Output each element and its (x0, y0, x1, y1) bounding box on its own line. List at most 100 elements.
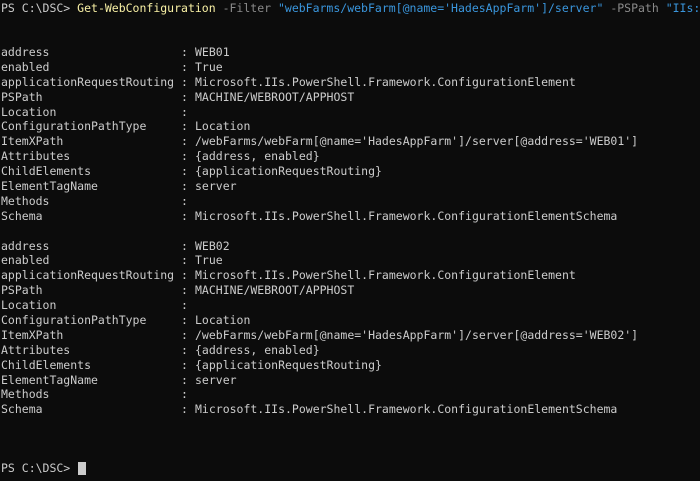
property-row: Location: (1, 105, 638, 120)
pspath-parameter: -PSPath (603, 1, 666, 15)
property-name: Attributes (1, 342, 71, 357)
property-name: Methods (1, 193, 50, 208)
property-separator: : (181, 134, 188, 149)
property-separator: : (181, 357, 188, 372)
property-row: ConfigurationPathType: Location (1, 119, 638, 134)
command-line: PS C:\DSC> Get-WebConfiguration -Filter … (1, 1, 700, 16)
property-separator: : (181, 45, 188, 59)
property-separator: : (181, 283, 188, 298)
property-name: Schema (1, 402, 43, 417)
property-separator: : (181, 342, 188, 357)
output-record: address: WEB01 enabled: True applicationRequ… (1, 45, 638, 224)
filter-value: "webFarms/webFarm[@name='HadesAppFarm']/… (277, 1, 604, 15)
property-row: Attributes: {address, enabled} (1, 343, 638, 358)
property-separator: : (181, 193, 188, 208)
property-name: ItemXPath (1, 327, 64, 342)
property-separator: : (181, 268, 188, 283)
property-name: ConfigurationPathType (1, 313, 147, 328)
property-separator: : (181, 327, 188, 342)
property-name: ChildElements (1, 164, 92, 179)
property-separator: : (181, 253, 188, 268)
pspath-value: "IIs: (665, 1, 700, 15)
property-name: ElementTagName (1, 372, 98, 387)
property-row: Schema: Microsoft.IIs.PowerShell.Framewor… (1, 209, 638, 224)
property-value: {address, enabled} (195, 342, 320, 357)
property-value: WEB01 (195, 45, 230, 59)
property-name: ChildElements (1, 357, 92, 372)
property-value: Location (195, 313, 251, 328)
property-value: Microsoft.IIs.PowerShell.Framework.Confi… (195, 402, 618, 417)
current-prompt-line[interactable]: PS C:\DSC> (1, 461, 87, 476)
property-name: applicationRequestRouting (1, 74, 175, 89)
property-name: PSPath (1, 89, 43, 104)
property-value: {address, enabled} (195, 149, 320, 164)
property-row: address: WEB01 (1, 45, 638, 60)
output-records: address: WEB01 enabled: True applicationRequ… (1, 45, 638, 417)
property-value: MACHINE/WEBROOT/APPHOST (195, 89, 355, 104)
property-separator: : (181, 238, 188, 253)
property-row: ItemXPath: /webFarms/webFarm[@name='Hades… (1, 328, 638, 343)
property-separator: : (181, 59, 188, 74)
property-name: Schema (1, 208, 43, 223)
property-name: address (1, 45, 50, 59)
property-value: Microsoft.IIs.PowerShell.Framework.Confi… (195, 208, 618, 223)
property-row: applicationRequestRouting: Microsoft.IIs.… (1, 75, 638, 90)
property-name: ItemXPath (1, 134, 64, 149)
property-value: server (195, 179, 237, 194)
prompt-text: PS C:\DSC> (1, 1, 78, 15)
property-row: PSPath: MACHINE/WEBROOT/APPHOST (1, 283, 638, 298)
filter-parameter: -Filter (215, 1, 278, 15)
property-row: Attributes: {address, enabled} (1, 149, 638, 164)
property-value: WEB02 (195, 238, 230, 253)
property-value: {applicationRequestRouting} (195, 164, 382, 179)
property-name: Location (1, 104, 57, 119)
property-value: MACHINE/WEBROOT/APPHOST (195, 283, 355, 298)
property-row: Methods: (1, 387, 638, 402)
property-separator: : (181, 372, 188, 387)
property-separator: : (181, 387, 188, 402)
text-cursor (78, 461, 87, 475)
output-record: address: WEB02 enabled: True applicationRequ… (1, 239, 638, 418)
property-separator: : (181, 164, 188, 179)
property-name: Methods (1, 387, 50, 402)
cmdlet-name: Get-WebConfiguration (77, 1, 216, 15)
current-prompt-text: PS C:\DSC> (1, 461, 78, 475)
property-name: enabled (1, 253, 50, 268)
property-row: ChildElements: {applicationRequestRouting… (1, 164, 638, 179)
property-value: Microsoft.IIs.PowerShell.Framework.Confi… (195, 74, 576, 89)
property-row: Schema: Microsoft.IIs.PowerShell.Framewor… (1, 402, 638, 417)
property-row: ElementTagName: server (1, 179, 638, 194)
property-row: Methods: (1, 194, 638, 209)
property-row: Location: (1, 298, 638, 313)
property-row: applicationRequestRouting: Microsoft.IIs.… (1, 268, 638, 283)
property-value: server (195, 372, 237, 387)
property-name: ConfigurationPathType (1, 119, 147, 134)
property-value: /webFarms/webFarm[@name='HadesAppFarm']/… (195, 134, 639, 149)
property-value: Location (195, 119, 251, 134)
property-name: Attributes (1, 149, 71, 164)
property-value: /webFarms/webFarm[@name='HadesAppFarm']/… (195, 327, 639, 342)
property-separator: : (181, 179, 188, 194)
property-row: address: WEB02 (1, 239, 638, 254)
property-value: {applicationRequestRouting} (195, 357, 382, 372)
property-name: enabled (1, 59, 50, 74)
property-separator: : (181, 298, 188, 313)
property-separator: : (181, 313, 188, 328)
property-row: enabled: True (1, 253, 638, 268)
property-name: address (1, 238, 50, 253)
property-name: Location (1, 298, 57, 313)
property-row: ElementTagName: server (1, 373, 638, 388)
property-row: ChildElements: {applicationRequestRouting… (1, 358, 638, 373)
property-separator: : (181, 208, 188, 223)
property-row: PSPath: MACHINE/WEBROOT/APPHOST (1, 90, 638, 105)
property-value: True (195, 59, 223, 74)
property-row: ItemXPath: /webFarms/webFarm[@name='Hades… (1, 134, 638, 149)
property-name: PSPath (1, 283, 43, 298)
property-separator: : (181, 402, 188, 417)
property-row: ConfigurationPathType: Location (1, 313, 638, 328)
property-name: applicationRequestRouting (1, 268, 175, 283)
property-name: ElementTagName (1, 179, 98, 194)
property-separator: : (181, 104, 188, 119)
property-row: enabled: True (1, 60, 638, 75)
powershell-terminal[interactable]: PS C:\DSC> Get-WebConfiguration -Filter … (0, 0, 700, 481)
